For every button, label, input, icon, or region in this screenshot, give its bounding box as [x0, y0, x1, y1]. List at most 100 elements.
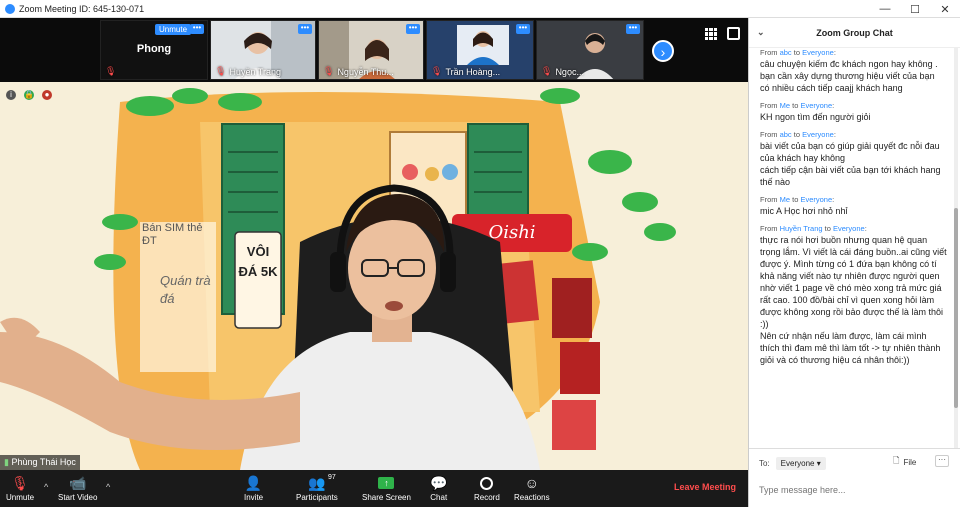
recipient-row: To: Everyone ▾	[759, 457, 826, 470]
chat-footer: To: Everyone ▾ 🗋 File ···	[749, 448, 960, 507]
start-video-button[interactable]: 📹 Start Video	[58, 473, 97, 503]
chevron-down-icon: ▾	[816, 459, 821, 468]
message-text: KH ngon tìm đến người giỏi	[760, 112, 871, 122]
more-options-button[interactable]: •••	[516, 24, 530, 34]
message-sender: Me	[779, 101, 791, 110]
gallery-view-icon[interactable]	[705, 28, 717, 40]
to-word: to	[792, 101, 799, 110]
chat-bubble-icon: 💬	[430, 474, 448, 491]
chat-messages: From abc to Everyone: câu chuyện kiếm đc…	[749, 48, 955, 448]
participant-name: Nguyễn Thu...	[337, 66, 394, 77]
message-text: mic A Học hơi nhỏ nhỉ	[760, 206, 848, 216]
muted-mic-icon: 🎙	[431, 66, 443, 76]
more-options-button[interactable]: •••	[406, 24, 420, 34]
chat-more-button[interactable]: ···	[935, 455, 949, 467]
to-word: to	[793, 130, 801, 139]
chevron-down-icon[interactable]: ⌄	[757, 27, 765, 38]
chat-scrollbar-thumb[interactable]	[954, 208, 958, 408]
gallery-next-button[interactable]: ›	[652, 40, 674, 62]
from-prefix: From	[760, 48, 778, 57]
leave-meeting-button[interactable]: Leave Meeting	[674, 482, 736, 492]
participant-thumb[interactable]: ••• 🎙 Nguyễn Thu...	[318, 20, 424, 80]
chat-header: ⌄ Zoom Group Chat	[749, 18, 960, 48]
from-prefix: From	[760, 101, 778, 110]
chat-scrollbar[interactable]	[954, 48, 958, 448]
video-options-caret-icon[interactable]: ^	[106, 482, 110, 492]
participant-label: 🎙 Ngọc...	[541, 66, 584, 77]
maximize-button[interactable]: ☐	[900, 0, 930, 18]
recording-icon: ●	[42, 90, 52, 100]
sign-quan: Quán trà đá	[160, 273, 211, 306]
audio-options-caret-icon[interactable]: ^	[44, 482, 48, 492]
zoom-app-icon	[5, 3, 15, 14]
minimize-button[interactable]: —	[870, 0, 900, 18]
recipient-select[interactable]: Everyone ▾	[775, 457, 826, 470]
muted-microphone-icon: 🎙	[11, 474, 29, 491]
file-button[interactable]: 🗋 File	[893, 455, 916, 469]
record-label: Record	[474, 493, 500, 502]
message-header: From Me to Everyone:	[760, 101, 835, 110]
participant-name: Huyền Trang	[229, 66, 281, 77]
chat-title: Zoom Group Chat	[816, 27, 893, 38]
unmute-label: Unmute	[6, 493, 35, 502]
message-recipient: Everyone	[802, 48, 834, 57]
share-screen-label: Share Screen	[362, 493, 411, 502]
file-label: File	[903, 457, 917, 467]
chat-message-input[interactable]	[759, 481, 949, 499]
info-icon[interactable]: i	[6, 90, 16, 100]
sign-oishi: Oishi	[488, 222, 536, 243]
gallery-strip: Phong Unmute ••• 🎙 ••• 🎙 Huyền Trang •••…	[0, 18, 748, 82]
chat-panel: ⌄ Zoom Group Chat From abc to Everyone: …	[748, 18, 960, 507]
participant-thumb[interactable]: ••• 🎙 Huyền Trang	[210, 20, 316, 80]
more-options-button[interactable]: •••	[190, 24, 204, 34]
title-bar: Zoom Meeting ID: 645-130-071 — ☐ ✕	[0, 0, 960, 18]
unmute-request-button[interactable]: Unmute	[155, 24, 192, 35]
participant-name: Trần Hoàng...	[445, 66, 501, 77]
chat-message: From Me to Everyone: KH ngon tìm đến ngư…	[760, 101, 947, 123]
chat-message: From abc to Everyone: bài viết của bạn c…	[760, 130, 947, 188]
muted-mic-icon: 🎙	[541, 66, 553, 76]
message-header: From abc to Everyone:	[760, 130, 836, 139]
meeting-toolbar: 🎙 Unmute ^ 📹 Start Video ^ 👤 Invite 👥 Pa…	[0, 470, 748, 507]
sign-voi-da: VÔI ĐÁ 5K	[238, 244, 278, 279]
share-screen-button[interactable]: ↑ Share Screen	[362, 473, 411, 502]
participant-label: 🎙 Nguyễn Thu...	[323, 66, 394, 77]
participants-label: Participants	[296, 493, 338, 502]
participant-name-center: Phong	[136, 43, 172, 55]
window-controls: — ☐ ✕	[870, 0, 960, 18]
invite-button[interactable]: 👤 Invite	[244, 473, 263, 503]
close-button[interactable]: ✕	[930, 0, 960, 18]
to-word: to	[824, 224, 831, 233]
reactions-button[interactable]: ☺ Reactions	[514, 473, 550, 502]
record-button[interactable]: Record	[474, 473, 500, 502]
unmute-button[interactable]: 🎙 Unmute	[6, 473, 35, 503]
recipient-value: Everyone	[780, 459, 815, 468]
more-options-button[interactable]: •••	[626, 24, 640, 34]
message-sender: Me	[779, 195, 791, 204]
reactions-label: Reactions	[514, 493, 550, 502]
share-screen-icon: ↑	[378, 473, 395, 493]
chat-message: From Me to Everyone: mic A Học hơi nhỏ n…	[760, 195, 947, 217]
muted-mic-icon: 🎙	[215, 66, 227, 76]
to-label: To:	[759, 459, 770, 468]
video-off-icon: 📹	[69, 474, 87, 491]
smiley-icon: ☺	[524, 475, 539, 491]
fullscreen-icon[interactable]	[727, 27, 740, 40]
message-text: câu chuyện kiếm đc khách ngon hay không …	[760, 59, 938, 81]
message-text: có nhiều cách tiếp caajj khách hang	[760, 83, 903, 93]
chat-message: From Huyền Trang to Everyone: thực ra nó…	[760, 224, 947, 366]
participant-label: 🎙	[105, 66, 116, 77]
participants-icon: 👥	[308, 474, 326, 491]
participant-name: Ngọc...	[555, 66, 584, 77]
active-speaker-label: ▮ Phùng Thái Học	[0, 455, 80, 470]
more-options-button[interactable]: •••	[298, 24, 312, 34]
message-text: cách tiếp cận bài viết của bạn tới khách…	[760, 165, 941, 187]
chat-button[interactable]: 💬 Chat	[430, 473, 448, 503]
participant-thumb[interactable]: ••• 🎙 Trần Hoàng...	[426, 20, 534, 80]
participant-thumb[interactable]: Phong Unmute ••• 🎙	[100, 20, 208, 80]
participant-thumb[interactable]: ••• 🎙 Ngọc...	[536, 20, 644, 80]
active-speaker-name: Phùng Thái Học	[11, 457, 76, 467]
participants-count: 97	[328, 474, 336, 481]
encryption-lock-icon[interactable]: 🔒	[24, 90, 34, 100]
zoom-window: Zoom Meeting ID: 645-130-071 — ☐ ✕ Phong…	[0, 0, 960, 507]
